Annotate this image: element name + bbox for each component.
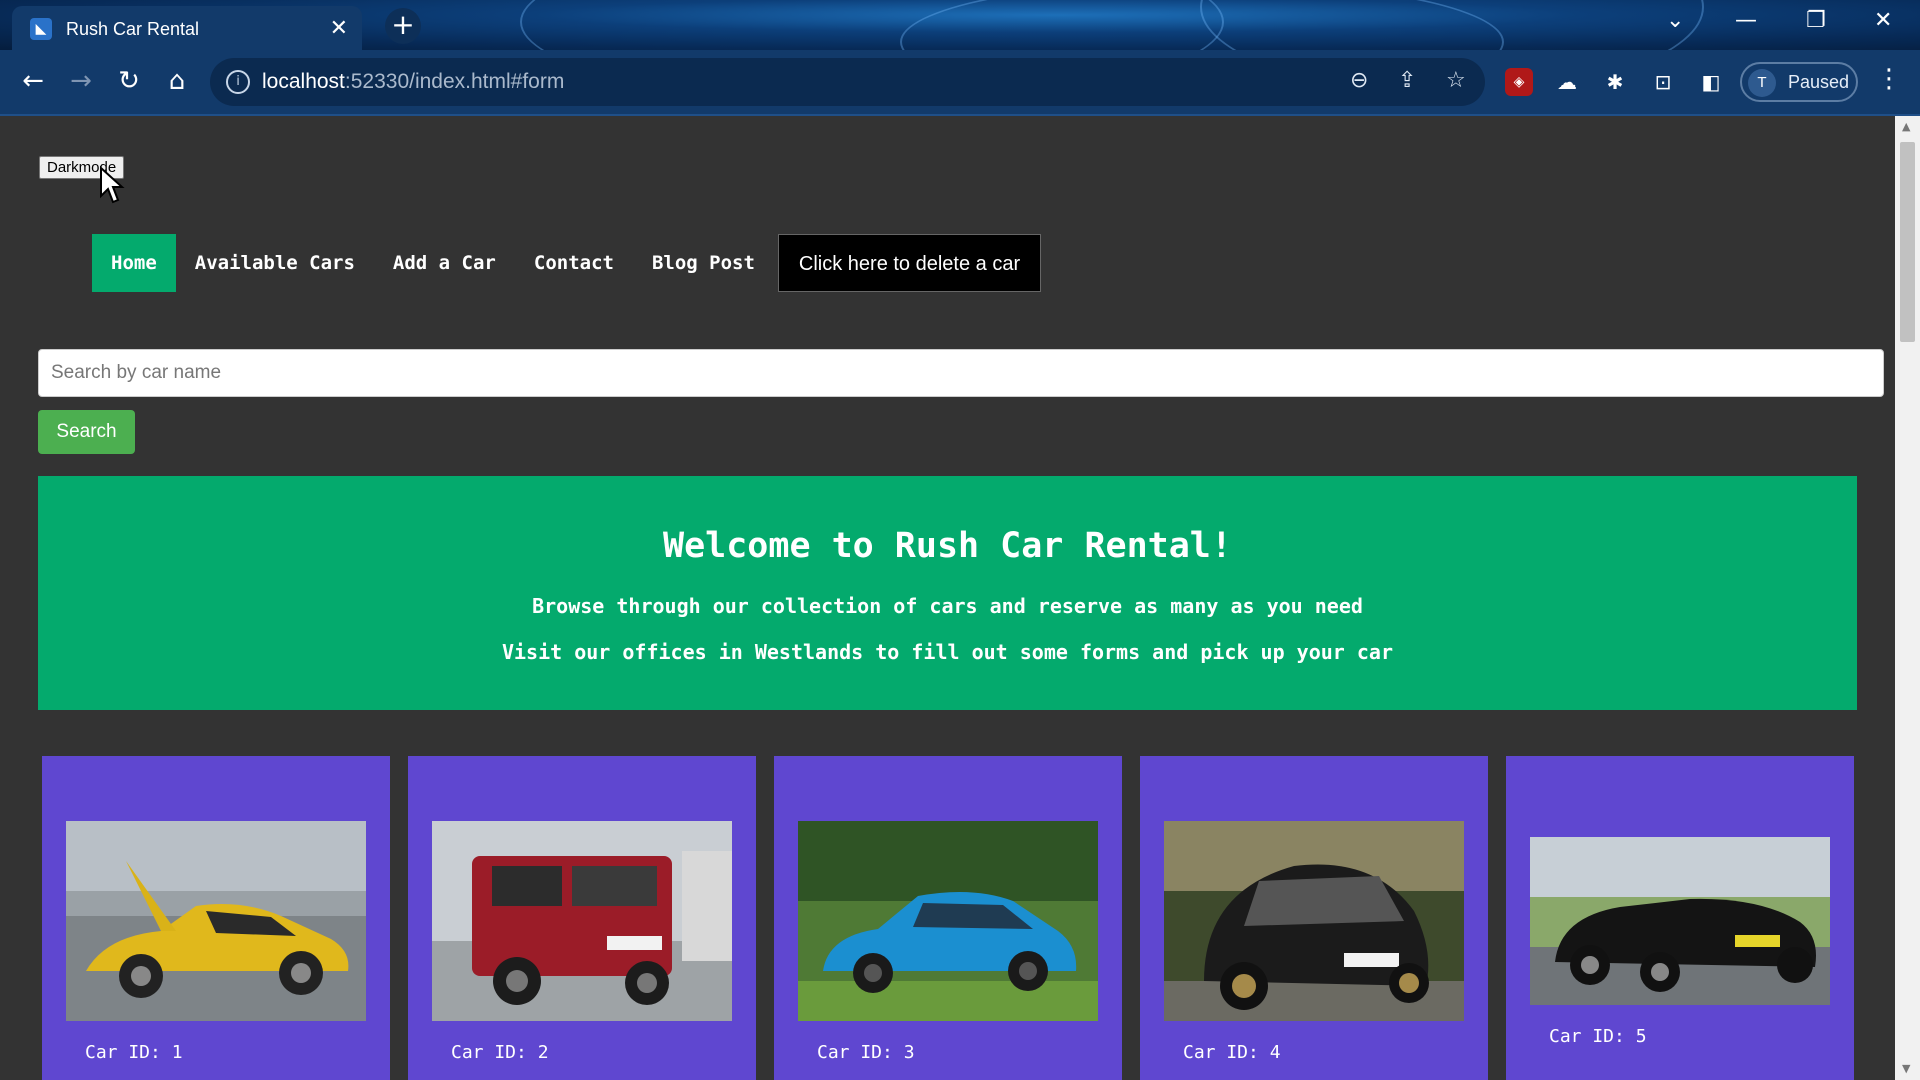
- car-id: Car ID: 2: [451, 1042, 549, 1063]
- profile-button[interactable]: T Paused: [1740, 62, 1858, 102]
- tab-search-icon[interactable]: ⌄: [1666, 8, 1684, 33]
- welcome-line-2: Visit our offices in Westlands to fill o…: [501, 640, 1394, 664]
- car-id: Car ID: 1: [85, 1042, 183, 1063]
- nav-blog-post[interactable]: Blog Post: [633, 234, 774, 292]
- restore-icon[interactable]: ❐: [1806, 8, 1826, 33]
- car-image: [1530, 837, 1830, 1005]
- browser-titlebar: ◣ Rush Car Rental ✕ + ⌄ — ❐ ✕: [0, 0, 1920, 50]
- cast-icon[interactable]: ⊡: [1649, 68, 1677, 96]
- profile-status: Paused: [1788, 72, 1850, 92]
- search-button[interactable]: Search: [38, 410, 135, 454]
- car-id: Car ID: 5: [1549, 1026, 1647, 1047]
- welcome-banner: Welcome to Rush Car Rental! Browse throu…: [38, 476, 1857, 710]
- nav-add-car[interactable]: Add a Car: [374, 234, 515, 292]
- car-image: [1164, 821, 1464, 1021]
- car-card[interactable]: Car ID: 5: [1506, 756, 1854, 1080]
- tab-favicon-icon: ◣: [30, 18, 52, 40]
- welcome-line-1: Browse through our collection of cars an…: [532, 594, 1363, 618]
- share-icon[interactable]: ⇪: [1398, 68, 1416, 93]
- minimize-icon[interactable]: —: [1735, 8, 1757, 33]
- browser-toolbar: ← → ↻ ⌂ i localhost:52330/index.html#for…: [0, 50, 1920, 116]
- scroll-up-icon[interactable]: ▲: [1902, 120, 1910, 133]
- car-id: Car ID: 3: [817, 1042, 915, 1063]
- welcome-title: Welcome to Rush Car Rental!: [663, 526, 1232, 566]
- back-icon[interactable]: ←: [16, 64, 50, 98]
- reload-icon[interactable]: ↻: [112, 64, 146, 98]
- car-card[interactable]: Car ID: 2: [408, 756, 756, 1080]
- car-image: [798, 821, 1098, 1021]
- wallpaper-swirl: [1200, 0, 1704, 50]
- ublock-extension-icon[interactable]: ◈: [1505, 68, 1533, 96]
- extension-icon[interactable]: ☁: [1553, 68, 1581, 96]
- car-card[interactable]: Car ID: 1: [42, 756, 390, 1080]
- site-info-icon[interactable]: i: [226, 70, 250, 94]
- close-window-icon[interactable]: ✕: [1874, 8, 1892, 33]
- forward-icon[interactable]: →: [64, 64, 98, 98]
- side-panel-icon[interactable]: ◧: [1697, 68, 1725, 96]
- delete-car-button[interactable]: Click here to delete a car: [777, 234, 1042, 292]
- car-image: [66, 821, 366, 1021]
- scroll-down-icon[interactable]: ▼: [1902, 1062, 1910, 1075]
- browser-tab[interactable]: ◣ Rush Car Rental ✕: [12, 6, 362, 50]
- page-scrollbar[interactable]: ▲ ▼: [1895, 116, 1920, 1080]
- car-card[interactable]: Car ID: 3: [774, 756, 1122, 1080]
- tab-close-icon[interactable]: ✕: [330, 16, 348, 41]
- page-content: Darkmode Home Available Cars Add a Car C…: [0, 116, 1895, 1080]
- new-tab-button[interactable]: +: [385, 8, 421, 44]
- home-icon[interactable]: ⌂: [160, 64, 194, 98]
- browser-menu-icon[interactable]: ⋮: [1876, 64, 1902, 94]
- car-card[interactable]: Car ID: 4: [1140, 756, 1488, 1080]
- mouse-cursor-icon: [100, 166, 125, 204]
- car-image: [432, 821, 732, 1021]
- car-id: Car ID: 4: [1183, 1042, 1281, 1063]
- profile-avatar: T: [1748, 69, 1776, 97]
- address-bar[interactable]: i localhost:52330/index.html#form ⊖ ⇪ ☆: [210, 58, 1485, 106]
- bookmark-star-icon[interactable]: ☆: [1446, 68, 1466, 93]
- nav-home[interactable]: Home: [92, 234, 176, 292]
- nav-contact[interactable]: Contact: [515, 234, 633, 292]
- main-nav: Home Available Cars Add a Car Contact Bl…: [92, 234, 1042, 292]
- url-text[interactable]: localhost:52330/index.html#form: [262, 70, 564, 94]
- extensions-puzzle-icon[interactable]: ✱: [1601, 68, 1629, 96]
- tab-title: Rush Car Rental: [66, 19, 200, 39]
- search-input[interactable]: [38, 349, 1884, 397]
- scrollbar-thumb[interactable]: [1900, 142, 1915, 342]
- nav-available-cars[interactable]: Available Cars: [176, 234, 374, 292]
- zoom-icon[interactable]: ⊖: [1350, 68, 1368, 93]
